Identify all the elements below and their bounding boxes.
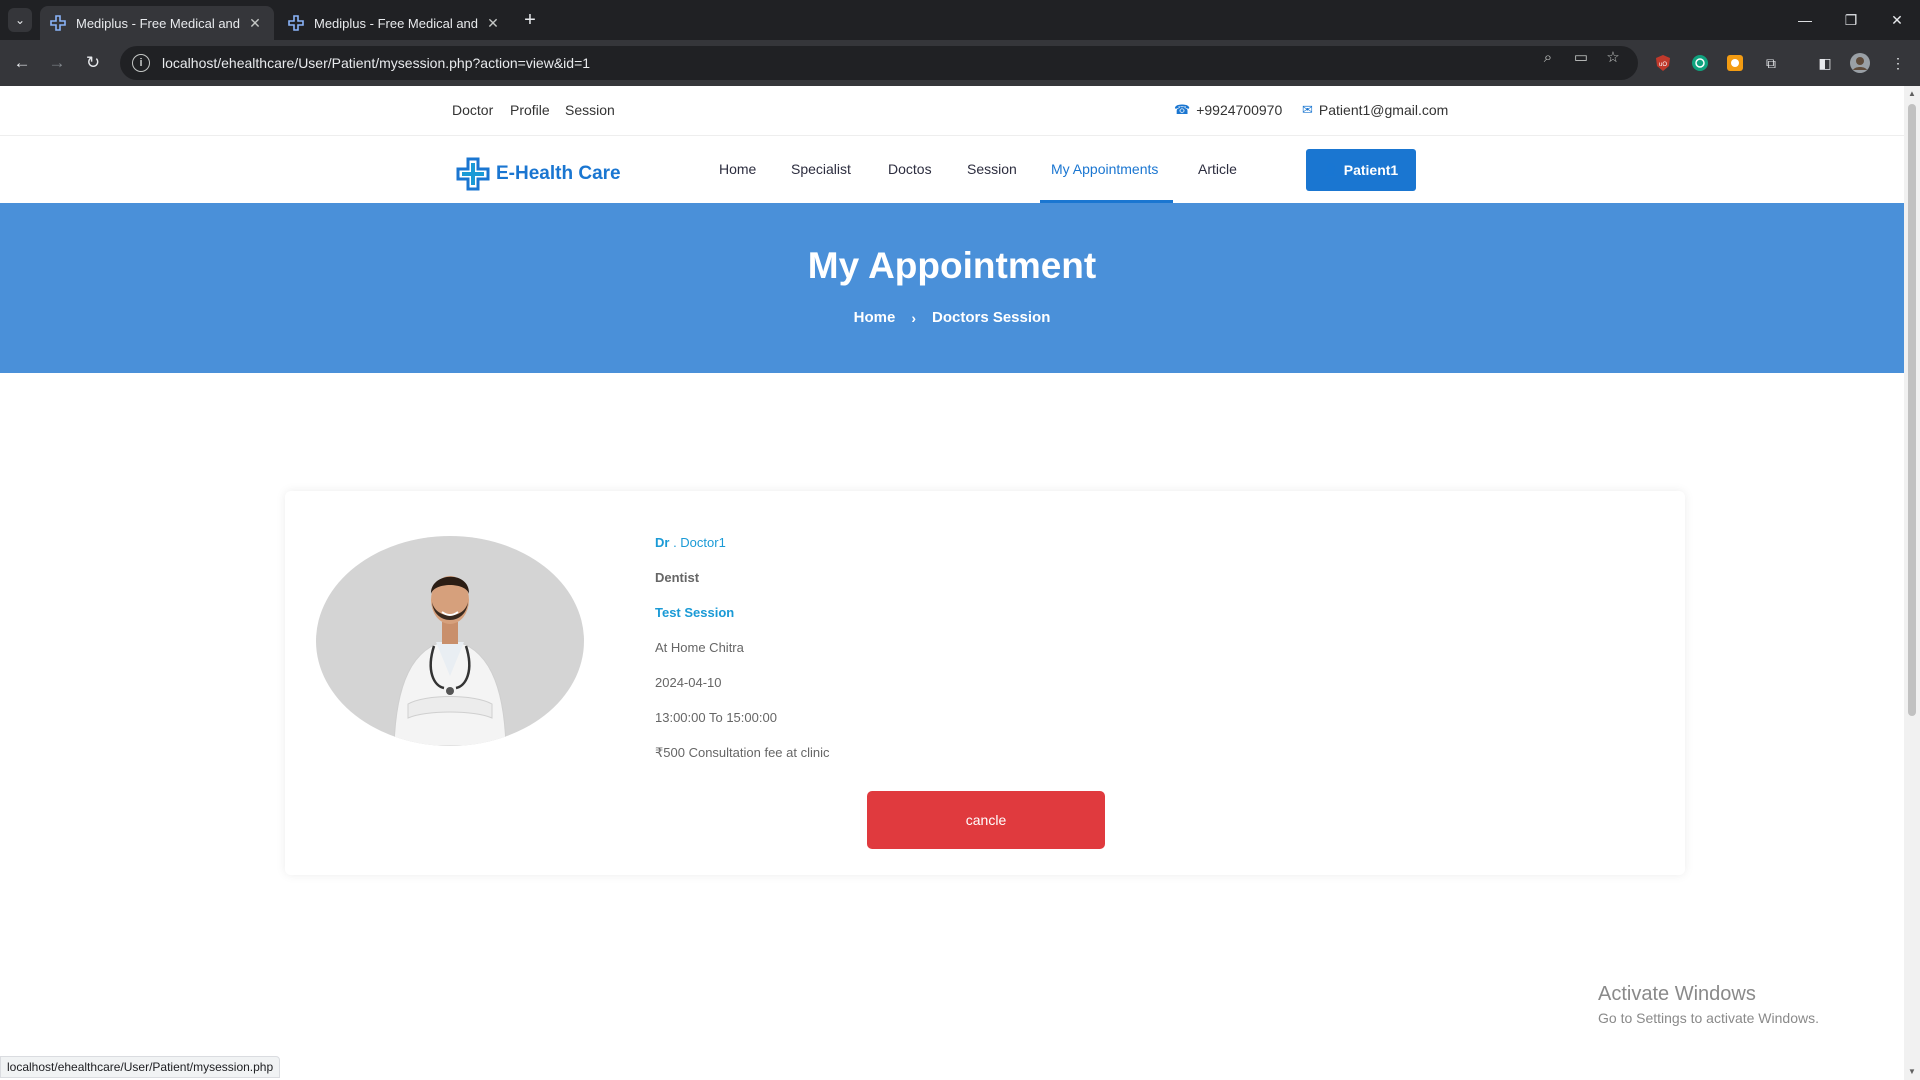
top-bar: Doctor Profile Session ☎ +9924700970 ✉ P…: [0, 86, 1904, 136]
nav-article[interactable]: Article: [1198, 161, 1237, 177]
nav-specialist[interactable]: Specialist: [791, 161, 851, 177]
nav-home[interactable]: Home: [719, 161, 756, 177]
address-url: localhost/ehealthcare/User/Patient/myses…: [162, 55, 591, 71]
session-date: 2024-04-10: [655, 675, 722, 690]
menu-kebab-icon[interactable]: ⋮: [1886, 51, 1910, 75]
web-page: Doctor Profile Session ☎ +9924700970 ✉ P…: [0, 86, 1904, 1080]
scroll-up-arrow-icon[interactable]: ▲: [1908, 90, 1916, 98]
breadcrumb-chevron-icon: ›: [911, 309, 916, 326]
doctor-specialty: Dentist: [655, 570, 700, 585]
scroll-down-arrow-icon[interactable]: ▼: [1908, 1068, 1916, 1076]
address-bar[interactable]: i localhost/ehealthcare/User/Patient/mys…: [120, 46, 1638, 80]
nav-session[interactable]: Session: [967, 161, 1017, 177]
card-icon[interactable]: ▭: [1572, 48, 1590, 66]
nav-doctos[interactable]: Doctos: [888, 161, 932, 177]
browser-tab-bar: ⌄ Mediplus - Free Medical and Do ✕ Medip…: [0, 0, 1920, 40]
chatgpt-extension-icon[interactable]: [1688, 51, 1712, 75]
browser-tab-1[interactable]: Mediplus - Free Medical and Do ✕: [40, 6, 274, 40]
tab-search-icon[interactable]: ⌄: [8, 8, 32, 32]
nav-my-appointments[interactable]: My Appointments: [1051, 161, 1158, 177]
phone-icon: ☎: [1174, 102, 1191, 117]
page-scrollbar[interactable]: ▲ ▼: [1904, 86, 1920, 1080]
site-logo[interactable]: E-Health Care: [456, 157, 621, 191]
close-tab-icon[interactable]: ✕: [246, 14, 264, 32]
user-icon: 👤: [1323, 163, 1339, 177]
hospital-cross-favicon-icon: [288, 15, 304, 31]
zoom-icon[interactable]: ⌕: [1539, 48, 1557, 66]
cancel-appointment-button[interactable]: cancle: [867, 791, 1105, 849]
breadcrumb: Home › Doctors Session: [0, 309, 1904, 326]
breadcrumb-current: Doctors Session: [931, 309, 1051, 326]
page-banner: My Appointment Home › Doctors Session: [0, 203, 1904, 373]
patient-account-button[interactable]: 👤 Patient1: [1306, 149, 1416, 191]
watermark-title: Activate Windows: [1598, 983, 1756, 1005]
scrollbar-thumb[interactable]: [1908, 104, 1916, 716]
phone-contact: ☎ +9924700970: [1174, 102, 1282, 118]
close-tab-icon[interactable]: ✕: [484, 14, 502, 32]
browser-tab-2[interactable]: Mediplus - Free Medical and Do ✕: [278, 6, 512, 40]
session-location: At Home Chitra: [655, 640, 744, 655]
link-status-bar: localhost/ehealthcare/User/Patient/myses…: [0, 1056, 281, 1078]
ublock-extension-icon[interactable]: uO: [1651, 51, 1675, 75]
medical-cross-logo-icon: [456, 157, 490, 191]
hospital-cross-favicon-icon: [50, 15, 66, 31]
patient-button-label: Patient1: [1343, 162, 1399, 178]
top-link-profile[interactable]: Profile: [510, 102, 550, 118]
envelope-icon: ✉: [1302, 102, 1313, 117]
session-title[interactable]: Test Session: [655, 605, 734, 620]
orange-extension-icon[interactable]: [1723, 51, 1747, 75]
new-tab-icon[interactable]: +: [518, 8, 542, 32]
browser-toolbar: ← → ↻ i localhost/ehealthcare/User/Patie…: [0, 40, 1920, 86]
phone-number: +9924700970: [1196, 102, 1283, 118]
doctor-prefix: Dr: [655, 535, 670, 550]
tab-title: Mediplus - Free Medical and Do: [76, 15, 240, 31]
session-time: 13:00:00 To 15:00:00: [655, 710, 777, 725]
doctor-photo: [316, 536, 584, 746]
back-icon[interactable]: ←: [8, 49, 36, 77]
forward-icon[interactable]: →: [43, 49, 71, 77]
tab-title: Mediplus - Free Medical and Do: [314, 15, 478, 31]
top-link-session[interactable]: Session: [565, 102, 615, 118]
breadcrumb-home[interactable]: Home: [854, 309, 896, 326]
close-window-icon[interactable]: ✕: [1874, 0, 1920, 40]
page-title: My Appointment: [807, 245, 1097, 286]
activate-windows-watermark: Activate Windows Go to Settings to activ…: [1598, 983, 1819, 1026]
email-address: Patient1@gmail.com: [1318, 102, 1449, 118]
appointment-card: Dr . Doctor1 Dentist Test Session At Hom…: [285, 491, 1685, 875]
reload-icon[interactable]: ↻: [79, 49, 107, 77]
doctor-name-text: . Doctor1: [669, 535, 726, 550]
minimize-icon[interactable]: —: [1782, 0, 1828, 40]
restore-icon[interactable]: ❐: [1828, 0, 1874, 40]
site-header: E-Health Care Home Specialist Doctos Ses…: [0, 137, 1904, 203]
doctor-name[interactable]: Dr . Doctor1: [655, 535, 726, 550]
profile-avatar-icon[interactable]: [1848, 51, 1872, 75]
watermark-subtitle: Go to Settings to activate Windows.: [1598, 1010, 1819, 1026]
logo-text: E-Health Care: [496, 163, 621, 184]
svg-text:uO: uO: [1659, 62, 1667, 68]
session-fee: ₹500 Consultation fee at clinic: [655, 745, 830, 760]
top-link-doctor[interactable]: Doctor: [452, 102, 493, 118]
side-panel-icon[interactable]: ◧: [1813, 51, 1837, 75]
extensions-puzzle-icon[interactable]: ⧉: [1759, 51, 1783, 75]
site-info-icon[interactable]: i: [132, 54, 150, 72]
email-contact: ✉ Patient1@gmail.com: [1302, 102, 1448, 118]
bookmark-star-icon[interactable]: ☆: [1604, 48, 1622, 66]
